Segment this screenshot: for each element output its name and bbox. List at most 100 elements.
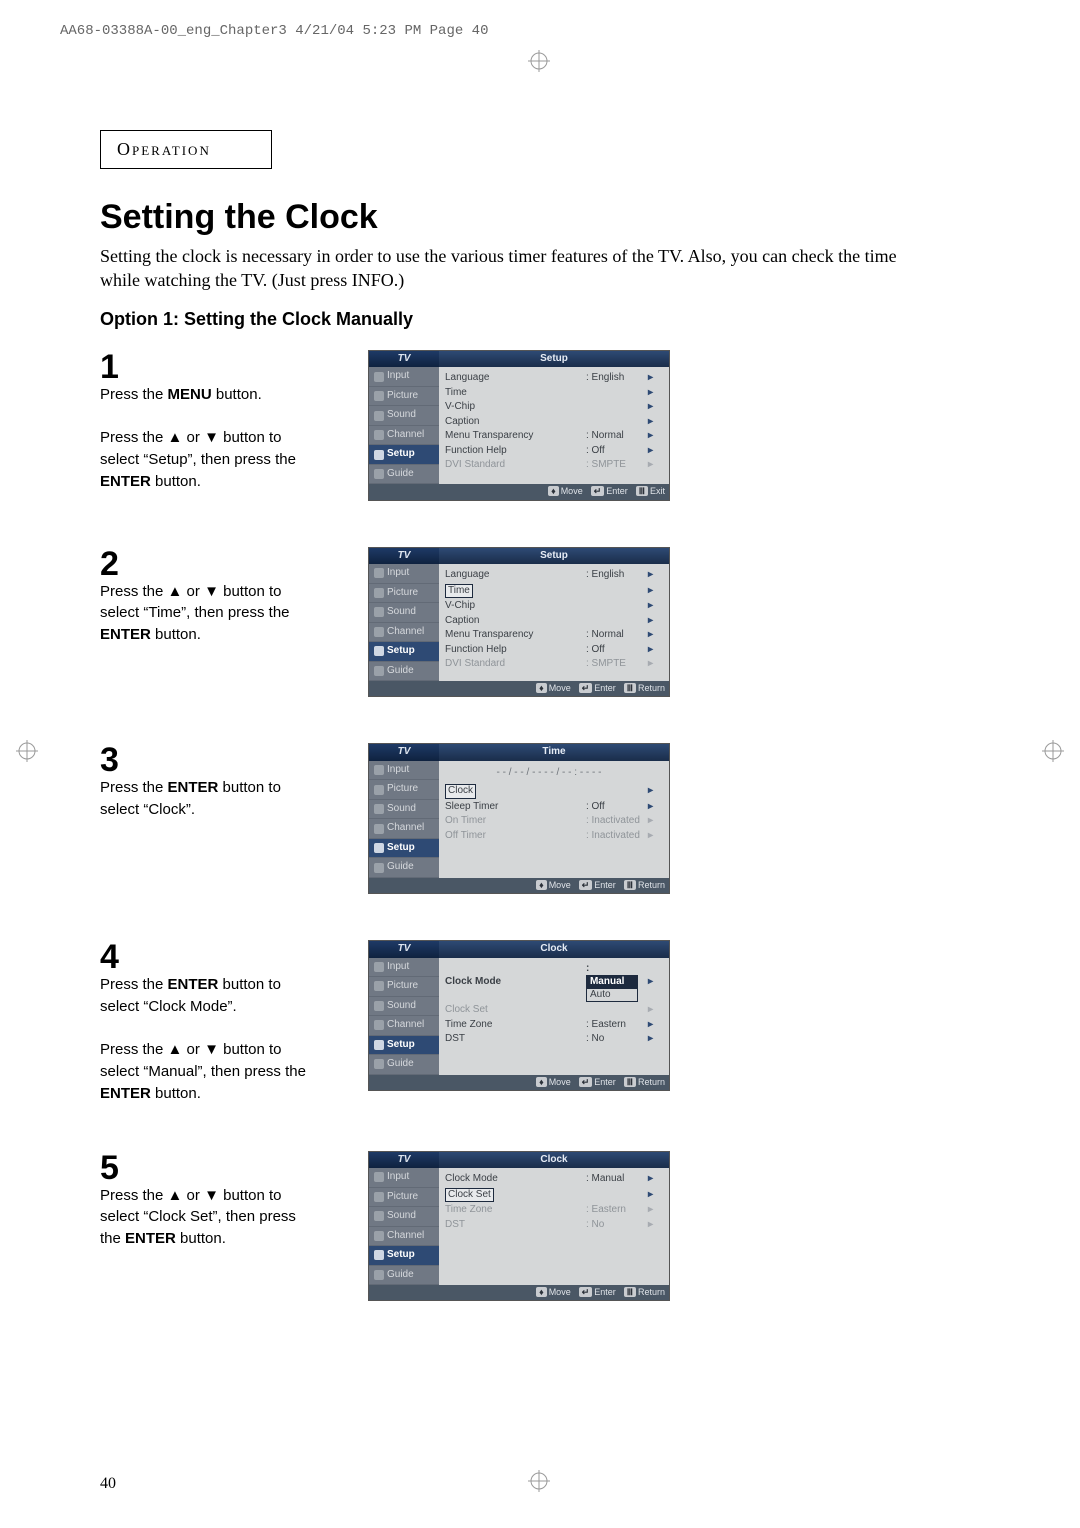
osd-tab-strip: InputPictureSoundChannelSetupGuide xyxy=(369,761,439,878)
osd-menu-row[interactable]: Time▸ xyxy=(445,386,653,401)
osd-menu-row[interactable]: Function Help: Off▸ xyxy=(445,643,653,658)
osd-tab-input[interactable]: Input xyxy=(369,958,439,978)
osd-tab-picture[interactable]: Picture xyxy=(369,977,439,997)
osd-tab-strip: InputPictureSoundChannelSetupGuide xyxy=(369,1168,439,1285)
osd-menu-row[interactable]: DVI Standard: SMPTE▸ xyxy=(445,657,653,672)
osd-tab-picture[interactable]: Picture xyxy=(369,780,439,800)
osd-tab-guide[interactable]: Guide xyxy=(369,662,439,682)
osd-tab-picture[interactable]: Picture xyxy=(369,584,439,604)
osd-tab-guide[interactable]: Guide xyxy=(369,1266,439,1286)
osd-tab-picture[interactable]: Picture xyxy=(369,387,439,407)
osd-tab-picture[interactable]: Picture xyxy=(369,1188,439,1208)
osd-menu-row[interactable]: Clock Set▸ xyxy=(445,1187,653,1204)
osd-tab-input[interactable]: Input xyxy=(369,1168,439,1188)
chevron-right-icon: ▸ xyxy=(648,1204,653,1217)
osd-tab-icon xyxy=(374,430,384,440)
osd-menu-row[interactable]: DVI Standard: SMPTE▸ xyxy=(445,458,653,473)
osd-menu-row[interactable]: DST: No▸ xyxy=(445,1032,653,1047)
osd-time-placeholder: - - / - - / - - - - / - - : - - - - xyxy=(445,765,653,784)
osd-footer: ♦Move ↵Enter ⅢReturn xyxy=(369,878,669,893)
osd-tab-channel[interactable]: Channel xyxy=(369,623,439,643)
osd-tab-setup[interactable]: Setup xyxy=(369,445,439,465)
osd-menu-row[interactable]: Clock Set▸ xyxy=(445,1003,653,1018)
osd-menu-row[interactable]: Clock Mode: ManualAuto▸ xyxy=(445,962,653,1004)
osd-menu-row[interactable]: Function Help: Off▸ xyxy=(445,444,653,459)
osd-tab-icon xyxy=(374,863,384,873)
chevron-right-icon: ▸ xyxy=(648,387,653,400)
chevron-right-icon: ▸ xyxy=(648,801,653,814)
osd-tab-setup[interactable]: Setup xyxy=(369,1246,439,1266)
chevron-right-icon: ▸ xyxy=(648,1219,653,1232)
osd-tab-channel[interactable]: Channel xyxy=(369,1016,439,1036)
osd-tab-strip: InputPictureSoundChannelSetupGuide xyxy=(369,367,439,484)
osd-tab-input[interactable]: Input xyxy=(369,564,439,584)
osd-tab-sound[interactable]: Sound xyxy=(369,997,439,1017)
osd-tab-sound[interactable]: Sound xyxy=(369,603,439,623)
osd-menu-row[interactable]: Caption▸ xyxy=(445,415,653,430)
osd-tab-guide[interactable]: Guide xyxy=(369,858,439,878)
osd-tab-setup[interactable]: Setup xyxy=(369,642,439,662)
osd-tab-channel[interactable]: Channel xyxy=(369,1227,439,1247)
osd-menu-row[interactable]: Clock▸ xyxy=(445,783,653,800)
osd-tab-guide[interactable]: Guide xyxy=(369,1055,439,1075)
osd-menu-row[interactable]: DST: No▸ xyxy=(445,1218,653,1233)
osd-menu-row[interactable]: V-Chip▸ xyxy=(445,599,653,614)
osd-tv-label: TV xyxy=(369,548,439,565)
osd-tab-icon xyxy=(374,607,384,617)
osd-menu-row[interactable]: Menu Transparency: Normal▸ xyxy=(445,429,653,444)
chevron-right-icon: ▸ xyxy=(648,600,653,613)
osd-tab-input[interactable]: Input xyxy=(369,367,439,387)
osd-tv-label: TV xyxy=(369,351,439,368)
osd-panel: - - / - - / - - - - / - - : - - - -Clock… xyxy=(439,761,669,878)
osd-screenshot: TVSetup InputPictureSoundChannelSetupGui… xyxy=(368,547,670,698)
osd-tab-strip: InputPictureSoundChannelSetupGuide xyxy=(369,564,439,681)
chevron-right-icon: ▸ xyxy=(648,1004,653,1017)
steps-list: 1 Press the MENU button.Press the ▲ or ▼… xyxy=(100,350,980,1302)
osd-menu-row[interactable]: Language: English▸ xyxy=(445,371,653,386)
chevron-right-icon: ▸ xyxy=(648,1189,653,1202)
osd-tab-channel[interactable]: Channel xyxy=(369,819,439,839)
osd-tab-setup[interactable]: Setup xyxy=(369,1036,439,1056)
chevron-right-icon: ▸ xyxy=(648,785,653,798)
osd-tab-icon xyxy=(374,843,384,853)
step-osd-wrap: TVClock InputPictureSoundChannelSetupGui… xyxy=(368,1151,670,1302)
osd-tab-icon xyxy=(374,1211,384,1221)
osd-tab-input[interactable]: Input xyxy=(369,761,439,781)
osd-menu-title: Setup xyxy=(439,351,669,368)
osd-menu-row[interactable]: Clock Mode: Manual▸ xyxy=(445,1172,653,1187)
osd-tab-icon xyxy=(374,568,384,578)
osd-menu-row[interactable]: V-Chip▸ xyxy=(445,400,653,415)
osd-menu-row[interactable]: On Timer: Inactivated▸ xyxy=(445,814,653,829)
osd-tab-setup[interactable]: Setup xyxy=(369,839,439,859)
osd-menu-row[interactable]: Off Timer: Inactivated▸ xyxy=(445,829,653,844)
osd-tab-sound[interactable]: Sound xyxy=(369,406,439,426)
osd-screenshot: TVTime InputPictureSoundChannelSetupGuid… xyxy=(368,743,670,894)
osd-tab-sound[interactable]: Sound xyxy=(369,1207,439,1227)
osd-tab-guide[interactable]: Guide xyxy=(369,465,439,485)
chevron-right-icon: ▸ xyxy=(648,401,653,414)
osd-menu-row[interactable]: Time Zone: Eastern▸ xyxy=(445,1203,653,1218)
osd-menu-row[interactable]: Time▸ xyxy=(445,583,653,600)
osd-tab-icon xyxy=(374,1172,384,1182)
osd-tab-icon xyxy=(374,391,384,401)
chevron-right-icon: ▸ xyxy=(648,430,653,443)
osd-menu-row[interactable]: Sleep Timer: Off▸ xyxy=(445,800,653,815)
osd-menu-row[interactable]: Caption▸ xyxy=(445,614,653,629)
osd-tab-icon xyxy=(374,450,384,460)
chevron-right-icon: ▸ xyxy=(648,815,653,828)
registration-mark-icon xyxy=(1042,740,1064,762)
chevron-right-icon: ▸ xyxy=(648,615,653,628)
osd-menu-row[interactable]: Time Zone: Eastern▸ xyxy=(445,1018,653,1033)
step-instruction: Press the MENU button.Press the ▲ or ▼ b… xyxy=(100,384,310,493)
osd-tab-icon xyxy=(374,1001,384,1011)
osd-tab-channel[interactable]: Channel xyxy=(369,426,439,446)
page-content: Operation Setting the Clock Setting the … xyxy=(100,130,980,1448)
step-number: 1 xyxy=(100,350,340,384)
osd-menu-row[interactable]: Menu Transparency: Normal▸ xyxy=(445,628,653,643)
chevron-right-icon: ▸ xyxy=(648,1033,653,1046)
osd-tab-sound[interactable]: Sound xyxy=(369,800,439,820)
osd-menu-row[interactable]: Language: English▸ xyxy=(445,568,653,583)
osd-menu-title: Setup xyxy=(439,548,669,565)
section-label-box: Operation xyxy=(100,130,272,169)
osd-tab-icon xyxy=(374,588,384,598)
